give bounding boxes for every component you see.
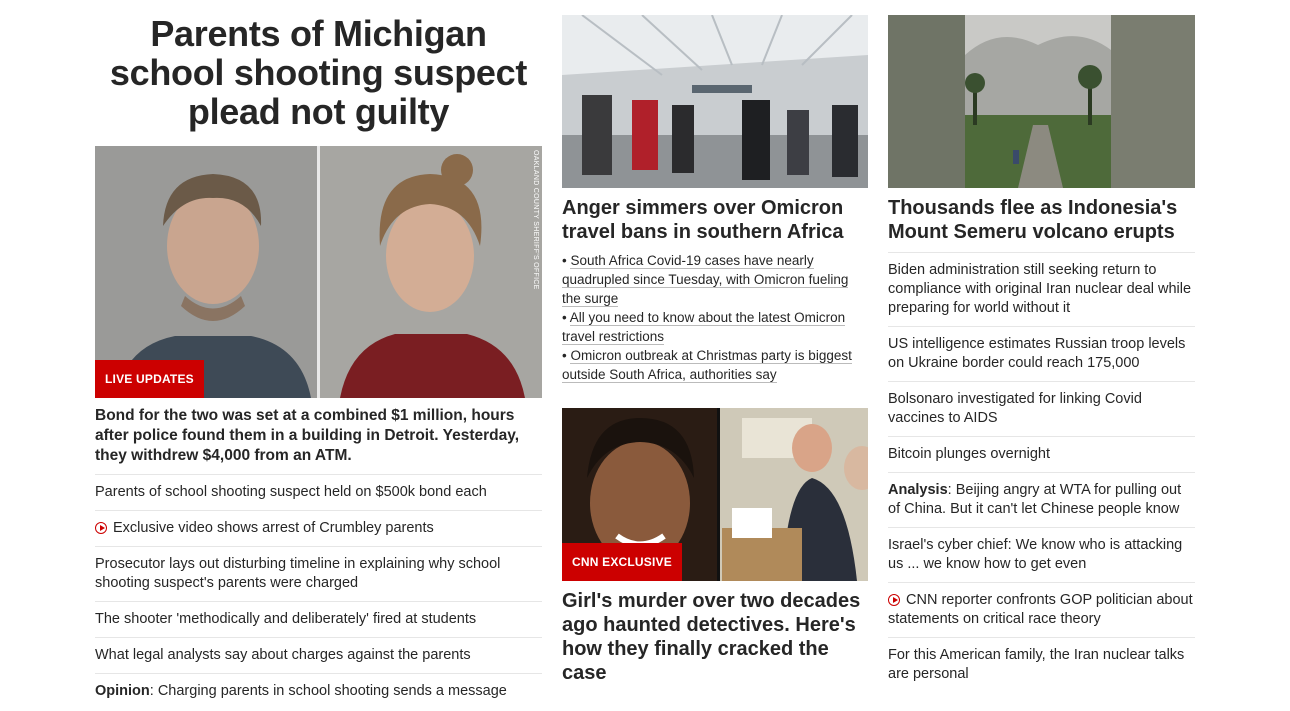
omicron-headline[interactable]: Anger simmers over Omicron travel bans i… (562, 196, 868, 244)
list-item[interactable]: Prosecutor lays out disturbing timeline … (95, 546, 542, 601)
list-item[interactable]: The shooter 'methodically and deliberate… (95, 601, 542, 637)
list-item[interactable]: Exclusive video shows arrest of Crumbley… (95, 510, 542, 546)
link-text[interactable]: : Charging parents in school shooting se… (150, 683, 507, 699)
airport-image[interactable] (562, 15, 868, 188)
link-text[interactable]: For this American family, the Iran nucle… (888, 647, 1184, 682)
volcano-headline[interactable]: Thousands flee as Indonesia's Mount Seme… (888, 196, 1195, 244)
list-item[interactable]: • Omicron outbreak at Christmas party is… (562, 346, 868, 384)
play-icon (95, 522, 107, 534)
list-item[interactable]: US intelligence estimates Russian troop … (888, 326, 1195, 381)
link-text[interactable]: Bolsonaro investigated for linking Covid… (888, 391, 1142, 426)
live-updates-badge[interactable]: LIVE UPDATES (95, 360, 204, 398)
middle-column: Anger simmers over Omicron travel bans i… (562, 0, 868, 685)
omicron-bullets: • South Africa Covid-19 cases have nearl… (562, 251, 868, 384)
link-text[interactable]: Prosecutor lays out disturbing timeline … (95, 556, 500, 591)
cold-case-image[interactable]: CNN EXCLUSIVE (562, 408, 868, 581)
photo-credit: OAKLAND COUNTY SHERIFF'S OFFICE (532, 150, 539, 290)
list-item[interactable]: What legal analysts say about charges ag… (95, 637, 542, 673)
list-item[interactable]: • South Africa Covid-19 cases have nearl… (562, 251, 868, 308)
link-text[interactable]: Bitcoin plunges overnight (888, 446, 1050, 462)
lead-summary[interactable]: Bond for the two was set at a combined $… (95, 406, 542, 466)
main-headline[interactable]: Parents of Michigan school shooting susp… (95, 14, 542, 131)
link-text[interactable]: The shooter 'methodically and deliberate… (95, 611, 476, 627)
link-text[interactable]: Israel's cyber chief: We know who is att… (888, 537, 1182, 572)
list-item[interactable]: Bolsonaro investigated for linking Covid… (888, 381, 1195, 436)
hero-image[interactable]: OAKLAND COUNTY SHERIFF'S OFFICE LIVE UPD… (95, 146, 542, 398)
link-text[interactable]: US intelligence estimates Russian troop … (888, 336, 1185, 371)
list-item[interactable]: • All you need to know about the latest … (562, 308, 868, 346)
list-item[interactable]: Israel's cyber chief: We know who is att… (888, 527, 1195, 582)
link-text[interactable]: All you need to know about the latest Om… (562, 310, 846, 345)
link-text[interactable]: Parents of school shooting suspect held … (95, 484, 487, 500)
opinion-label: Opinion (95, 683, 150, 699)
top-story-column: Parents of Michigan school shooting susp… (95, 0, 542, 709)
list-item[interactable]: Opinion: Charging parents in school shoo… (95, 673, 542, 709)
right-column: Thousands flee as Indonesia's Mount Seme… (888, 0, 1195, 692)
list-item[interactable]: CNN reporter confronts GOP politician ab… (888, 582, 1195, 637)
link-text[interactable]: CNN reporter confronts GOP politician ab… (888, 592, 1193, 627)
list-item[interactable]: Parents of school shooting suspect held … (95, 474, 542, 510)
list-item[interactable]: For this American family, the Iran nucle… (888, 637, 1195, 692)
headline-list: Biden administration still seeking retur… (888, 252, 1195, 692)
list-item[interactable]: Biden administration still seeking retur… (888, 252, 1195, 326)
link-text[interactable]: Exclusive video shows arrest of Crumbley… (113, 520, 434, 536)
list-item[interactable]: Bitcoin plunges overnight (888, 436, 1195, 472)
play-icon (888, 594, 900, 606)
volcano-image[interactable] (888, 15, 1195, 188)
cnn-exclusive-badge[interactable]: CNN EXCLUSIVE (562, 543, 682, 581)
link-text[interactable]: What legal analysts say about charges ag… (95, 647, 471, 663)
related-links-list: Parents of school shooting suspect held … (95, 474, 542, 709)
link-text[interactable]: South Africa Covid-19 cases have nearly … (562, 253, 849, 307)
link-text[interactable]: Omicron outbreak at Christmas party is b… (562, 348, 852, 383)
link-text[interactable]: Biden administration still seeking retur… (888, 262, 1191, 316)
cold-case-headline[interactable]: Girl's murder over two decades ago haunt… (562, 589, 868, 685)
analysis-label: Analysis (888, 482, 948, 498)
list-item[interactable]: Analysis: Beijing angry at WTA for pulli… (888, 472, 1195, 527)
